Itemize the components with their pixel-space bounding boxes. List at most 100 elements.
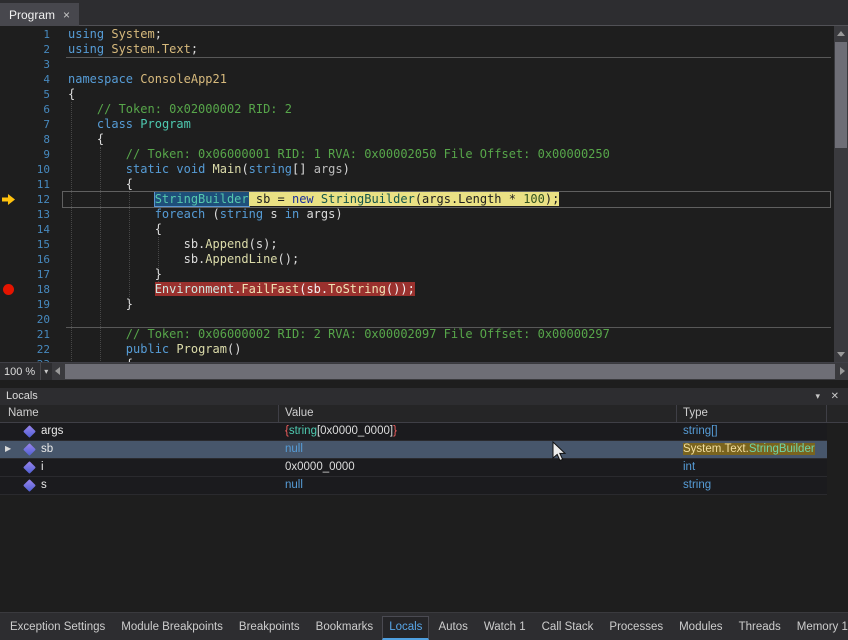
- panel-tab-threads[interactable]: Threads: [732, 616, 788, 640]
- token: StringBuilder: [749, 443, 815, 455]
- panel-tab-processes[interactable]: Processes: [602, 616, 670, 640]
- locals-title-bar[interactable]: Locals ▾ ✕: [0, 388, 848, 405]
- editor-horizontal-scrollbar[interactable]: [52, 363, 848, 380]
- token: in: [285, 207, 299, 221]
- code-line-22: 22 public Program(): [0, 342, 834, 357]
- token: [68, 327, 126, 341]
- token: []: [292, 162, 314, 176]
- locals-rows: args{string[0x0000_0000]}string[] ▶ sb null…: [0, 423, 827, 495]
- code-line-5: 5{: [0, 87, 834, 102]
- window-position-icon[interactable]: ▾: [815, 388, 820, 405]
- code-text: class Program: [68, 117, 191, 132]
- code-line-10: 10 static void Main(string[] args): [0, 162, 834, 177]
- token: {: [68, 177, 133, 191]
- panel-tab-exception-settings[interactable]: Exception Settings: [3, 616, 112, 640]
- variable-name: sb: [41, 443, 53, 455]
- token: sb.: [68, 237, 205, 251]
- token: Program: [140, 117, 191, 131]
- close-icon[interactable]: ✕: [831, 388, 839, 405]
- token: [68, 162, 126, 176]
- locals-panel: Locals ▾ ✕ Name Value Type args{string[0…: [0, 388, 848, 612]
- locals-row-sb[interactable]: ▶sbnullSystem.Text.StringBuilder: [0, 441, 827, 459]
- code-text: namespace ConsoleApp21: [68, 72, 227, 87]
- token: {: [68, 132, 104, 146]
- token: }: [393, 425, 397, 437]
- zoom-level: 100 %: [0, 366, 35, 378]
- token: StringBuilder: [155, 192, 249, 206]
- token: [68, 117, 97, 131]
- token: sb =: [249, 192, 292, 206]
- zoom-dropdown-icon[interactable]: ▾: [40, 363, 51, 380]
- token: // Token: 0x06000001 RID: 1 RVA: 0x00002…: [126, 147, 610, 161]
- line-number: 7: [0, 117, 50, 132]
- panel-tab-module-breakpoints[interactable]: Module Breakpoints: [114, 616, 230, 640]
- code-line-4: 4namespace ConsoleApp21: [0, 72, 834, 87]
- token: }: [68, 297, 133, 311]
- scroll-down-icon[interactable]: [837, 352, 845, 357]
- token: ();: [278, 252, 300, 266]
- token: [68, 102, 97, 116]
- scroll-left-icon[interactable]: [55, 367, 60, 375]
- line-number: 9: [0, 147, 50, 162]
- vertical-scroll-thumb[interactable]: [835, 42, 847, 148]
- token: null: [285, 443, 303, 455]
- breakpoint-icon[interactable]: [3, 284, 14, 295]
- token: public: [126, 342, 169, 356]
- tab-close-icon[interactable]: ×: [63, 9, 70, 21]
- editor-vertical-scrollbar[interactable]: [834, 26, 848, 362]
- locals-row-args[interactable]: args{string[0x0000_0000]}string[]: [0, 423, 827, 441]
- variable-icon: [23, 461, 36, 474]
- tab-program[interactable]: Program ×: [0, 3, 79, 26]
- zoom-control[interactable]: 100 % ▾: [0, 363, 50, 380]
- token: foreach: [155, 207, 206, 221]
- token: string: [683, 479, 711, 491]
- column-header-value[interactable]: Value: [285, 407, 314, 419]
- code-line-9: 9 // Token: 0x06000001 RID: 1 RVA: 0x000…: [0, 147, 834, 162]
- token: System.Text: [111, 42, 190, 56]
- token: [68, 192, 155, 206]
- locals-row-i[interactable]: i0x0000_0000int: [0, 459, 827, 477]
- token: Main: [213, 162, 242, 176]
- panel-tab-bookmarks[interactable]: Bookmarks: [309, 616, 381, 640]
- code-text: }: [68, 297, 133, 312]
- code-text: // Token: 0x06000002 RID: 2 RVA: 0x00002…: [68, 327, 610, 342]
- token: (s);: [249, 237, 278, 251]
- column-header-type[interactable]: Type: [683, 407, 708, 419]
- token: class: [97, 117, 133, 131]
- line-number: 22: [0, 342, 50, 357]
- panel-tab-memory-1[interactable]: Memory 1: [790, 616, 848, 640]
- line-number: 5: [0, 87, 50, 102]
- panel-tab-call-stack[interactable]: Call Stack: [535, 616, 601, 640]
- locals-row-s[interactable]: snullstring: [0, 477, 827, 495]
- token: AppendLine: [205, 252, 277, 266]
- token: [68, 207, 155, 221]
- code-text: // Token: 0x02000002 RID: 2: [68, 102, 292, 117]
- variable-icon: [23, 443, 36, 456]
- code-line-8: 8 {: [0, 132, 834, 147]
- scroll-up-icon[interactable]: [837, 31, 845, 36]
- token: ());: [386, 282, 415, 296]
- panel-tab-breakpoints[interactable]: Breakpoints: [232, 616, 307, 640]
- token: [0x0000_0000]: [317, 425, 393, 437]
- token: 0x0000_0000: [285, 461, 355, 473]
- token: (args.Length *: [415, 192, 523, 206]
- line-number: 10: [0, 162, 50, 177]
- panel-tab-watch-1[interactable]: Watch 1: [477, 616, 533, 640]
- column-header-name[interactable]: Name: [8, 407, 39, 419]
- line-number: 15: [0, 237, 50, 252]
- document-tab-bar: Program ×: [0, 0, 848, 26]
- code-editor[interactable]: 1using System;2using System.Text;34names…: [0, 26, 834, 362]
- token: Environment: [155, 282, 234, 296]
- line-number: 1: [0, 27, 50, 42]
- panel-tab-modules[interactable]: Modules: [672, 616, 729, 640]
- line-number: 21: [0, 327, 50, 342]
- code-line-3: 3: [0, 57, 834, 72]
- panel-tab-autos[interactable]: Autos: [431, 616, 474, 640]
- token: ;: [191, 42, 198, 56]
- panel-tab-locals[interactable]: Locals: [382, 616, 429, 640]
- horizontal-scroll-thumb[interactable]: [65, 364, 835, 379]
- scroll-right-icon[interactable]: [840, 367, 845, 375]
- code-text: {: [68, 132, 104, 147]
- token: ;: [155, 27, 162, 41]
- expander-icon[interactable]: ▶: [5, 445, 11, 453]
